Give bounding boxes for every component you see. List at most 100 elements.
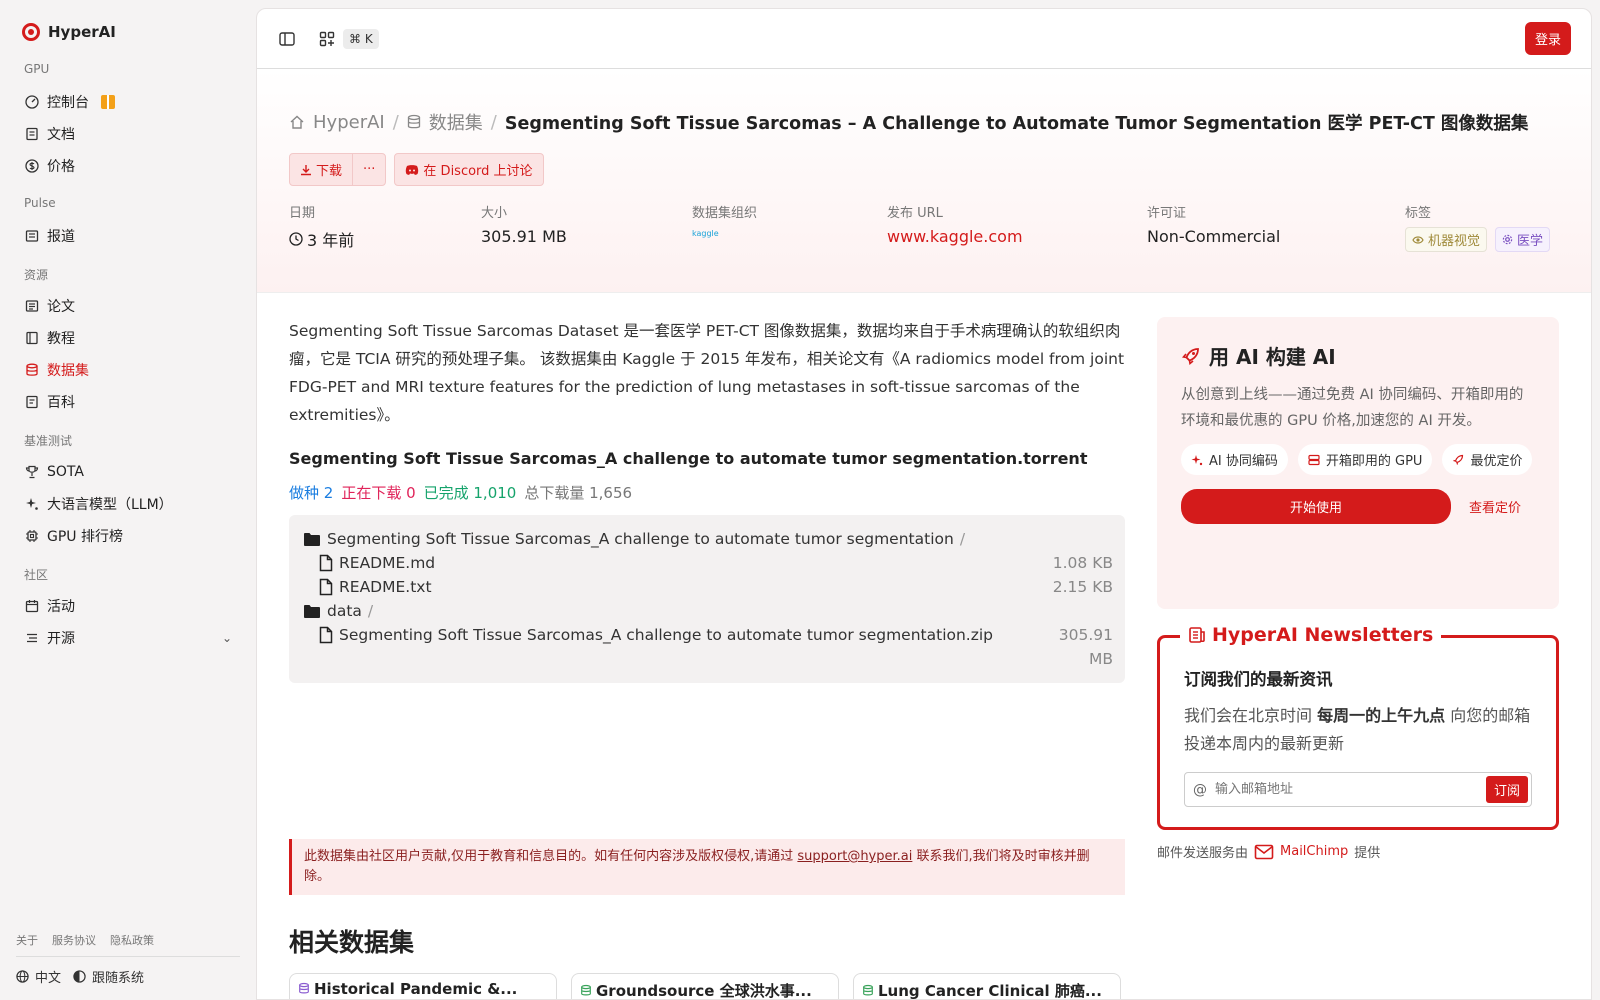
sidebar-item-label: 大语言模型（LLM） [47, 497, 173, 513]
dataset-body: Segmenting Soft Tissue Sarcomas Dataset … [289, 317, 1125, 999]
downloading-count: 正在下载 0 [341, 484, 416, 502]
meta-url: 发布 URL www.kaggle.com [887, 202, 1147, 252]
file-name: README.md [339, 554, 436, 572]
sidebar-item-label: 开源 [47, 631, 75, 647]
gear-icon [1502, 234, 1513, 245]
folder-row: Segmenting Soft Tissue Sarcomas_A challe… [303, 527, 1113, 551]
feature-label: AI 协同编码 [1209, 454, 1278, 469]
breadcrumb-home[interactable]: HyperAI [313, 112, 385, 133]
footer-link[interactable]: 关于 [16, 932, 38, 948]
language-selector[interactable]: 中文 [16, 967, 61, 986]
folder-icon [303, 527, 321, 547]
completed-count: 已完成 1,010 [423, 484, 517, 502]
sidebar-item[interactable]: 论文 [16, 290, 240, 322]
download-button[interactable]: 下载 [290, 154, 352, 185]
kaggle-logo[interactable]: kaggle [692, 229, 887, 238]
file-row: Segmenting Soft Tissue Sarcomas_A challe… [303, 623, 1113, 671]
database-icon [298, 980, 314, 998]
apps-grid-icon[interactable] [317, 29, 337, 49]
sidebar-item[interactable]: 价格 [16, 150, 240, 182]
notice-text: 此数据集由社区用户贡献,仅用于教育和信息目的。如有任何内容涉及版权侵权,请通过 [304, 849, 798, 864]
sidebar-item-label: 报道 [47, 229, 75, 245]
meta-org-label: 数据集组织 [692, 206, 758, 221]
search-shortcut[interactable]: ⌘ K [343, 28, 379, 49]
meta-url-link[interactable]: www.kaggle.com [887, 227, 1147, 246]
meta-license-label: 许可证 [1147, 206, 1187, 221]
subscribe-form: @ 订阅 [1184, 772, 1532, 807]
tag-machine-vision[interactable]: 机器视觉 [1405, 227, 1488, 252]
torrent-stats: 做种 2 正在下载 0 已完成 1,010 总下载量 1,656 [289, 482, 1125, 503]
chip-icon [25, 529, 39, 543]
file-row: README.txt 2.15 KB [303, 575, 1113, 599]
breadcrumb-datasets[interactable]: 数据集 [429, 109, 483, 135]
list-icon [25, 631, 39, 645]
total-downloads: 总下载量 1,656 [524, 484, 633, 502]
theme-label: 跟随系统 [92, 971, 145, 986]
view-pricing-link[interactable]: 查看定价 [1469, 497, 1521, 516]
torrent-title: Segmenting Soft Tissue Sarcomas_A challe… [289, 449, 1088, 468]
related-dataset-card[interactable]: Groundsource 全球洪水事... [571, 973, 839, 999]
file-size: 1.08 KB [1052, 554, 1113, 572]
sidebar-item-label: 文档 [47, 127, 75, 143]
sidebar-footer: 关于 服务协议 隐私政策 中文 跟随系统 [16, 932, 240, 986]
seed-count: 做种 2 [289, 484, 334, 502]
breadcrumb: HyperAI / 数据集 / Segmenting Soft Tissue S… [289, 109, 1559, 135]
discord-discuss-button[interactable]: 在 Discord 上讨论 [395, 154, 542, 185]
sidebar-item[interactable]: 开源 ⌄ [16, 622, 240, 654]
at-icon: @ [1193, 781, 1207, 798]
promo-title: 用 AI 构建 AI [1209, 345, 1336, 369]
file-name: Segmenting Soft Tissue Sarcomas_A challe… [339, 626, 994, 644]
sidebar-item-label: 论文 [47, 299, 75, 315]
topbar: ⌘ K 登录 [257, 9, 1591, 69]
related-dataset-card[interactable]: Lung Cancer Clinical 肺癌... [853, 973, 1121, 999]
sidebar-item[interactable]: 百科 [16, 386, 240, 418]
theme-selector[interactable]: 跟随系统 [73, 967, 144, 986]
related-dataset-card[interactable]: Historical Pandemic &... [289, 973, 557, 999]
newsletter-text: 我们会在北京时间 每周一的上午九点 向您的邮箱投递本周内的最新更新 [1184, 702, 1532, 758]
subscribe-button[interactable]: 订阅 [1485, 776, 1528, 803]
sidebar-item[interactable]: 文档 [16, 118, 240, 150]
sidebar-item[interactable]: GPU 排行榜 [16, 520, 240, 552]
sidebar-toggle-icon[interactable] [277, 29, 297, 49]
download-icon [301, 164, 311, 175]
mail-provider: 邮件发送服务由 MailChimp 提供 [1157, 842, 1559, 861]
sidebar-section-title: Pulse [24, 196, 56, 210]
dataset-actions: 下载 ··· 在 Discord 上讨论 [289, 153, 1559, 186]
discord-icon [406, 164, 419, 175]
sidebar-nav: GPU 控制台 文档 价格 Pulse 报道 资源 论文 教程 数据集 百科 基准测试 SOTA 大语言模… [16, 62, 240, 654]
dataset-header: HyperAI / 数据集 / Segmenting Soft Tissue S… [257, 69, 1591, 293]
meta-license: 许可证 Non-Commercial [1147, 202, 1405, 252]
get-started-button[interactable]: 开始使用 [1181, 489, 1451, 524]
sidebar-item[interactable]: 活动 [16, 590, 240, 622]
sidebar-section-title: GPU [24, 62, 50, 76]
sidebar-item[interactable]: 大语言模型（LLM） [16, 488, 240, 520]
sidebar: HyperAI GPU 控制台 文档 价格 Pulse 报道 资源 论文 教程 数据集 百科 基准测试… [0, 0, 256, 1000]
sidebar-item[interactable]: 控制台 [16, 86, 240, 118]
more-options-button[interactable]: ··· [352, 154, 385, 185]
database-icon [25, 363, 39, 377]
home-icon [290, 115, 304, 129]
meta-tags-label: 标签 [1405, 206, 1432, 221]
chevron-down-icon[interactable]: ⌄ [222, 631, 232, 645]
sidebar-item[interactable]: 报道 [16, 220, 240, 252]
email-input[interactable] [1207, 782, 1486, 797]
footer-link[interactable]: 服务协议 [52, 932, 96, 948]
sidebar-item[interactable]: 数据集 [16, 354, 240, 386]
sidebar-item-label: SOTA [47, 464, 84, 480]
hyperai-logo-icon [22, 23, 40, 41]
support-email-link[interactable]: support@hyper.ai [797, 849, 912, 864]
meta-license-value: Non-Commercial [1147, 227, 1281, 246]
sidebar-item[interactable]: 教程 [16, 322, 240, 354]
brand[interactable]: HyperAI [16, 16, 240, 48]
meta-size: 大小 305.91 MB [481, 202, 692, 252]
sidebar-item[interactable]: SOTA [16, 456, 240, 488]
login-button[interactable]: 登录 [1524, 22, 1571, 55]
tag-medical[interactable]: 医学 [1495, 227, 1551, 252]
file-icon [319, 575, 333, 596]
mailer-text: 提供 [1354, 846, 1381, 861]
meta-date-value: 3 年前 [307, 231, 355, 250]
mailchimp-link[interactable]: MailChimp [1280, 844, 1348, 859]
footer-link[interactable]: 隐私政策 [110, 932, 154, 948]
dataset-description: Segmenting Soft Tissue Sarcomas Dataset … [289, 322, 1125, 424]
main-panel: ⌘ K 登录 HyperAI / 数据集 / Segmenting Soft T… [256, 8, 1592, 1000]
